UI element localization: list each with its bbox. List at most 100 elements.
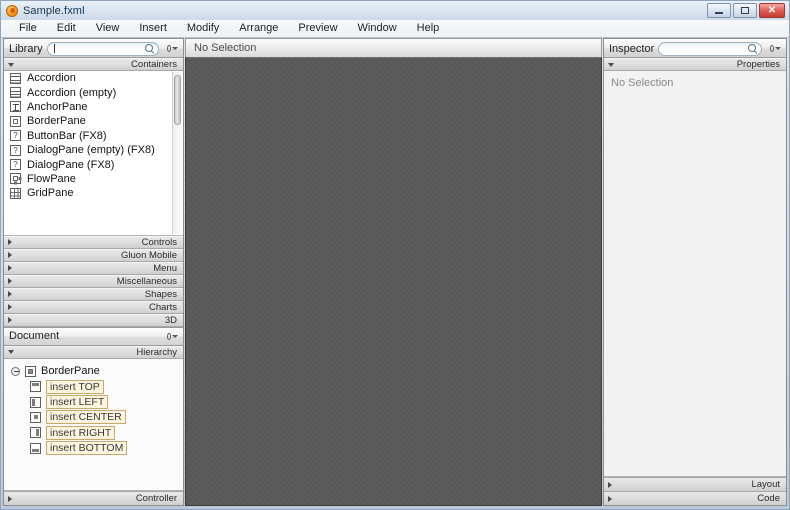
tree-item-label: insert LEFT bbox=[46, 395, 109, 410]
list-item[interactable]: Accordion bbox=[4, 71, 183, 85]
gear-icon bbox=[770, 45, 774, 52]
library-search-input[interactable] bbox=[46, 41, 159, 56]
chevron-right-icon bbox=[8, 317, 12, 324]
list-item[interactable]: FlowPane bbox=[4, 172, 183, 186]
title-bar: Sample.fxml ✕ bbox=[1, 1, 789, 20]
library-category-charts[interactable]: Charts bbox=[4, 300, 183, 314]
tree-item-label: BorderPane bbox=[41, 365, 100, 378]
chevron-down-icon bbox=[8, 62, 14, 67]
inspector-section-code[interactable]: Code bbox=[604, 491, 786, 505]
document-section-label: Hierarchy bbox=[136, 346, 177, 358]
list-item[interactable]: ? DialogPane (FX8) bbox=[4, 157, 183, 171]
library-category-3d[interactable]: 3D bbox=[4, 313, 183, 327]
right-panel: Inspector Properties No Selection Layout bbox=[603, 38, 787, 506]
menu-window[interactable]: Window bbox=[348, 20, 407, 37]
document-header: Document bbox=[4, 326, 183, 346]
border-pane-icon bbox=[10, 115, 21, 127]
design-canvas[interactable] bbox=[185, 57, 602, 506]
tree-item-borderpane[interactable]: BorderPane bbox=[4, 364, 183, 379]
library-category-gluon-mobile[interactable]: Gluon Mobile bbox=[4, 248, 183, 262]
library-category-containers[interactable]: Containers bbox=[4, 58, 183, 71]
inspector-section-label: Code bbox=[757, 493, 780, 504]
library-category-label: Gluon Mobile bbox=[121, 249, 177, 261]
library-category-shapes[interactable]: Shapes bbox=[4, 287, 183, 301]
inspector-content: No Selection bbox=[604, 71, 786, 477]
inspector-search-input[interactable] bbox=[658, 41, 762, 56]
unknown-icon: ? bbox=[10, 159, 21, 171]
list-item[interactable]: GridPane bbox=[4, 186, 183, 200]
inspector-options-button[interactable] bbox=[770, 43, 781, 54]
search-icon bbox=[145, 44, 154, 53]
list-item[interactable]: ? DialogPane (empty) (FX8) bbox=[4, 143, 183, 157]
accordion-icon bbox=[10, 72, 21, 84]
chevron-right-icon bbox=[8, 304, 12, 311]
library-scrollbar[interactable] bbox=[172, 72, 182, 234]
library-options-button[interactable] bbox=[167, 43, 178, 54]
menu-insert[interactable]: Insert bbox=[129, 20, 177, 37]
inspector-section-layout[interactable]: Layout bbox=[604, 477, 786, 491]
menu-modify[interactable]: Modify bbox=[177, 20, 229, 37]
library-category-controls[interactable]: Controls bbox=[4, 235, 183, 249]
scrollbar-thumb[interactable] bbox=[174, 75, 181, 125]
library-category-miscellaneous[interactable]: Miscellaneous bbox=[4, 274, 183, 288]
search-icon bbox=[748, 44, 757, 53]
tree-item-insert-top[interactable]: insert TOP bbox=[4, 379, 183, 394]
minimize-button[interactable] bbox=[707, 3, 731, 18]
chevron-down-icon bbox=[172, 47, 178, 50]
library-category-label: Menu bbox=[153, 262, 177, 274]
main-body: Library Containers Accordion Accordion (… bbox=[1, 38, 789, 509]
grid-pane-icon bbox=[10, 187, 21, 199]
selection-status: No Selection bbox=[194, 42, 257, 54]
menu-edit[interactable]: Edit bbox=[47, 20, 86, 37]
chevron-right-icon bbox=[8, 278, 12, 285]
tree-item-insert-center[interactable]: insert CENTER bbox=[4, 410, 183, 425]
menu-arrange[interactable]: Arrange bbox=[229, 20, 288, 37]
inspector-section-label: Properties bbox=[736, 59, 780, 70]
list-item-label: DialogPane (FX8) bbox=[27, 158, 115, 171]
text-caret bbox=[53, 44, 55, 53]
close-button[interactable]: ✕ bbox=[759, 3, 785, 18]
gear-icon bbox=[167, 45, 171, 52]
tree-item-label: insert RIGHT bbox=[46, 425, 116, 440]
list-item-label: DialogPane (empty) (FX8) bbox=[27, 144, 155, 157]
list-item-label: FlowPane bbox=[27, 172, 76, 185]
document-section-controller[interactable]: Controller bbox=[4, 491, 183, 506]
collapse-icon[interactable] bbox=[11, 366, 20, 376]
menu-bar: File Edit View Insert Modify Arrange Pre… bbox=[1, 20, 789, 38]
tree-item-label: insert CENTER bbox=[46, 410, 126, 425]
minimize-icon bbox=[715, 12, 723, 14]
border-pane-icon bbox=[25, 365, 36, 377]
list-item[interactable]: BorderPane bbox=[4, 114, 183, 128]
region-left-icon bbox=[30, 396, 41, 408]
maximize-button[interactable] bbox=[733, 3, 757, 18]
chevron-right-icon bbox=[608, 481, 612, 488]
inspector-title: Inspector bbox=[609, 42, 655, 55]
library-item-list[interactable]: Accordion Accordion (empty) AnchorPane B… bbox=[4, 71, 183, 236]
region-top-icon bbox=[30, 381, 41, 393]
hierarchy-tree[interactable]: BorderPane insert TOP insert LEFT insert… bbox=[4, 358, 183, 492]
tree-item-insert-right[interactable]: insert RIGHT bbox=[4, 425, 183, 440]
menu-file[interactable]: File bbox=[9, 20, 47, 37]
document-section-hierarchy[interactable]: Hierarchy bbox=[4, 345, 183, 359]
list-item[interactable]: AnchorPane bbox=[4, 100, 183, 114]
application-window: Sample.fxml ✕ File Edit View Insert Modi… bbox=[0, 0, 790, 510]
flow-pane-icon bbox=[10, 173, 21, 185]
tree-item-insert-bottom[interactable]: insert BOTTOM bbox=[4, 441, 183, 456]
content-status-bar: No Selection bbox=[185, 38, 602, 57]
list-item-label: AnchorPane bbox=[27, 100, 88, 113]
chevron-right-icon bbox=[8, 239, 12, 246]
menu-preview[interactable]: Preview bbox=[288, 20, 347, 37]
region-right-icon bbox=[30, 427, 41, 439]
accordion-icon bbox=[10, 87, 21, 99]
list-item[interactable]: ? ButtonBar (FX8) bbox=[4, 129, 183, 143]
tree-item-insert-left[interactable]: insert LEFT bbox=[4, 394, 183, 410]
library-header: Library bbox=[4, 39, 183, 58]
menu-help[interactable]: Help bbox=[407, 20, 450, 37]
document-options-button[interactable] bbox=[167, 331, 178, 342]
library-category-label: Charts bbox=[149, 301, 177, 313]
inspector-header: Inspector bbox=[604, 39, 786, 58]
list-item[interactable]: Accordion (empty) bbox=[4, 85, 183, 99]
inspector-section-properties[interactable]: Properties bbox=[604, 58, 786, 71]
library-category-menu[interactable]: Menu bbox=[4, 261, 183, 275]
menu-view[interactable]: View bbox=[86, 20, 130, 37]
